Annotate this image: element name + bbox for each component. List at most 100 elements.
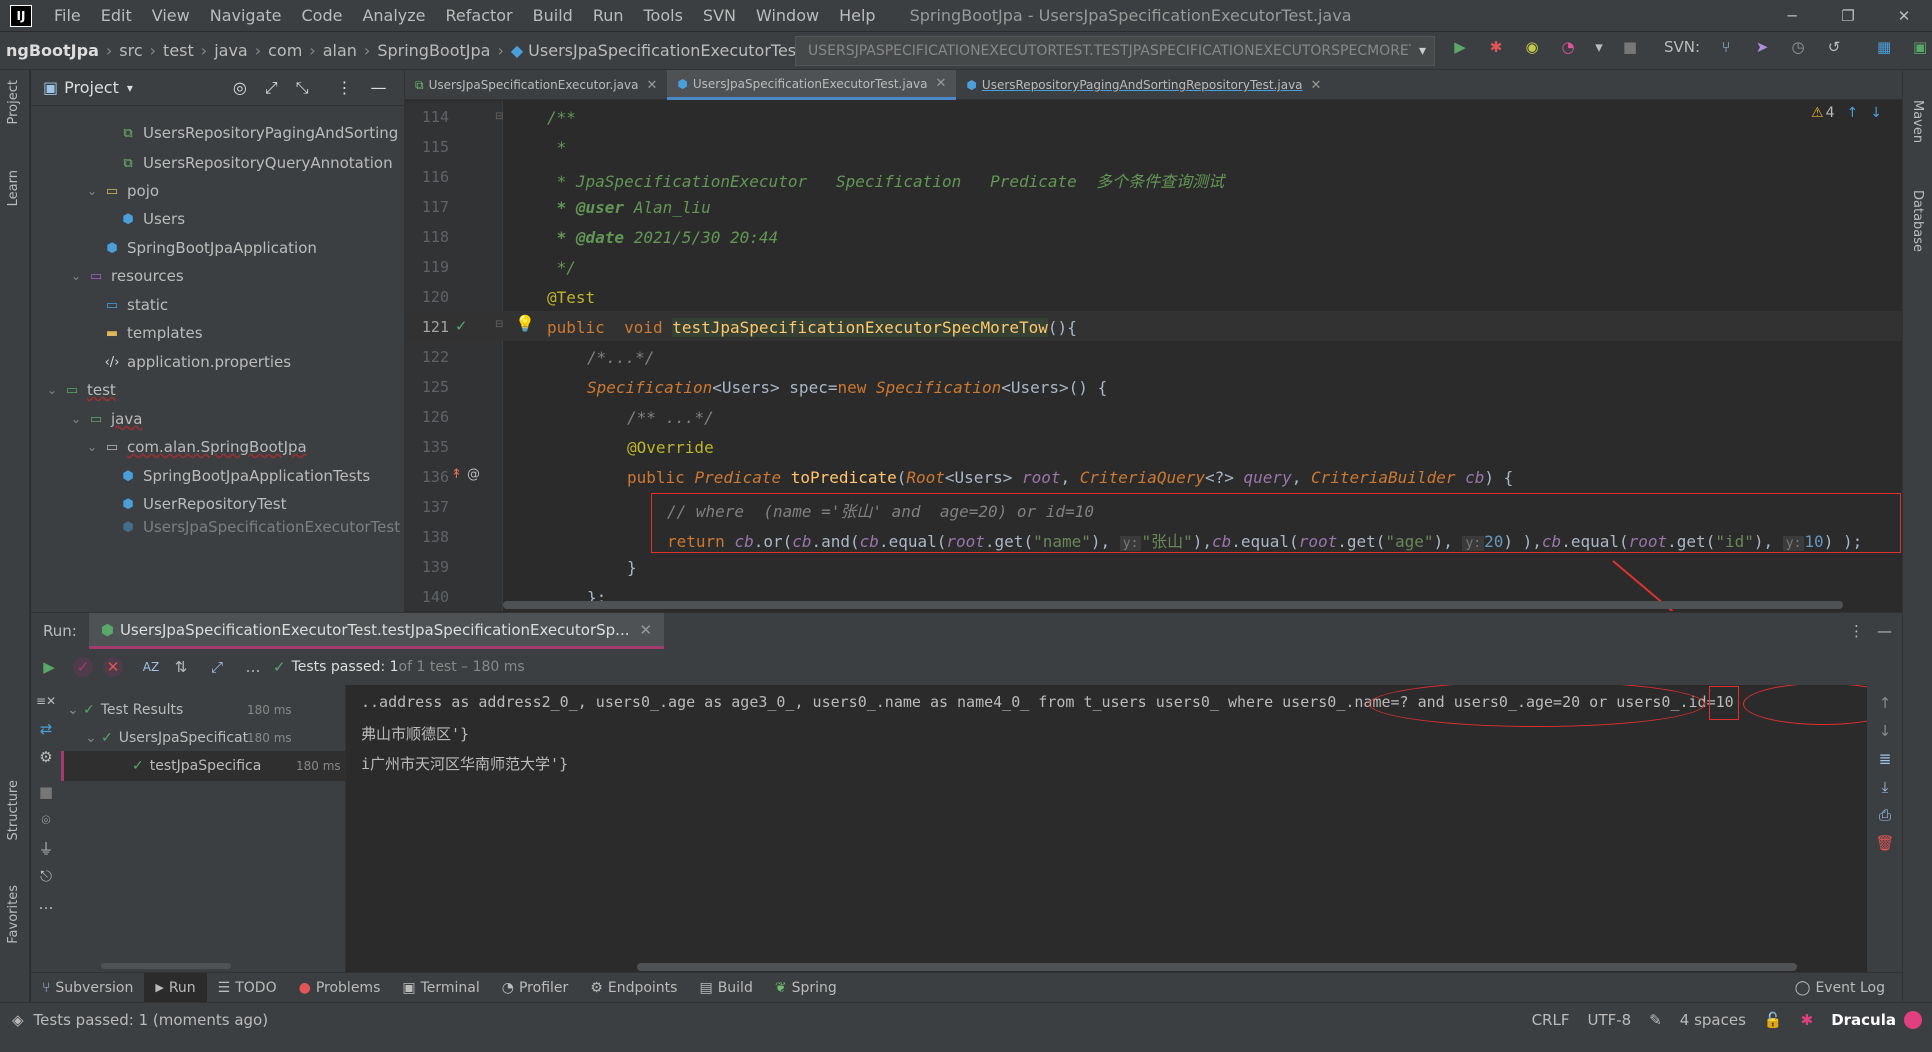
terminal-icon[interactable]: ▣ [1910,37,1930,57]
breadcrumb-class[interactable]: UsersJpaSpecificationExecutorTest [528,41,802,60]
menu-refactor[interactable]: Refactor [436,6,523,25]
test-tree-item-selected[interactable]: ✓ testJpaSpecifica 180 ms [61,751,346,781]
expand-all-icon[interactable]: ⤢ [265,78,278,98]
line-separator[interactable]: CRLF [1532,1011,1570,1029]
tree-item[interactable]: ⌄ ▭ java [71,404,142,434]
code-folded-comment[interactable]: /** ...*/ [627,408,714,427]
minimize-icon[interactable]: ─ [1764,0,1820,32]
menu-build[interactable]: Build [523,6,583,25]
import-tests-icon[interactable]: ⇄ [36,719,56,739]
close-icon[interactable]: ✕ [1876,0,1932,32]
menu-view[interactable]: View [142,6,200,25]
breadcrumb-alan[interactable]: alan [323,41,357,60]
code-editor[interactable]: /** * * JpaSpecificationExecutor Specifi… [503,101,1902,611]
breadcrumb-java[interactable]: java [214,41,248,60]
tree-item[interactable]: ⌄ ▭ com.alan.SpringBootJpa [87,432,307,462]
menu-file[interactable]: File [44,6,91,25]
status-message[interactable]: Tests passed: 1 (moments ago) [34,1011,269,1029]
project-tool-button[interactable]: Project [6,80,21,124]
soft-wrap-icon[interactable]: ≣ [1875,749,1895,769]
chevron-down-icon[interactable]: ▾ [127,81,133,95]
toggle-ignored-icon[interactable]: ✕ [103,657,123,677]
plug-icon[interactable]: ⏚ [36,838,56,858]
tree-item[interactable]: ▭ static [103,290,168,320]
menu-svn[interactable]: SVN [693,6,746,25]
tree-item[interactable]: ⬢ UserRepositoryTest [119,489,286,519]
hide-panel-icon[interactable]: — [371,78,387,97]
lightbulb-icon[interactable]: 💡 [515,314,535,333]
tree-item[interactable]: ▬ templates [103,318,203,348]
menu-navigate[interactable]: Navigate [200,6,292,25]
tab-paging-test[interactable]: ⬢ UsersRepositoryPagingAndSortingReposito… [956,70,1331,100]
menu-help[interactable]: Help [829,6,885,25]
tree-item[interactable]: ⧉ UsersRepositoryQueryAnnotation [119,148,392,178]
indent-setting[interactable]: 4 spaces [1680,1011,1746,1029]
locate-icon[interactable]: ◎ [233,78,247,97]
more-icon[interactable]: … [243,657,263,677]
stop-icon[interactable]: ■ [1620,37,1640,57]
tab-executor-test[interactable]: ⬢ UsersJpaSpecificationExecutorTest.java ✕ [667,70,957,100]
favorites-tool-button[interactable]: Favorites [6,885,21,944]
test-tree-item[interactable]: ⌄ ✓ UsersJpaSpecificat 180 ms [85,723,292,753]
previous-highlight-icon[interactable]: ↑ [1847,105,1859,121]
close-icon[interactable]: ✕ [646,78,657,93]
project-panel-title[interactable]: Project [64,78,119,97]
layout-icon[interactable]: ▦ [1874,37,1894,57]
menu-window[interactable]: Window [746,6,829,25]
lock-icon[interactable]: 🔓 [1764,1011,1783,1029]
up-arrow-icon[interactable]: ↑ [1875,693,1895,713]
test-passed-gutter-icon[interactable]: ✓ [455,317,468,335]
next-highlight-icon[interactable]: ↓ [1870,105,1882,121]
toggle-passed-icon[interactable]: ✓ [73,657,93,677]
file-encoding[interactable]: UTF-8 [1587,1011,1631,1029]
rerun-icon[interactable]: ▶ [39,657,59,677]
svn-branch-icon[interactable]: ⑂ [1716,37,1736,57]
sort-alpha-icon[interactable]: AZ [141,657,161,677]
tree-item[interactable]: ⬢ SpringBootJpaApplication [103,233,317,263]
code-folded-comment[interactable]: /*...*/ [587,348,654,367]
menu-tools[interactable]: Tools [634,6,693,25]
more-options-icon[interactable]: ⋮ [1849,622,1864,640]
restore-icon[interactable]: ❐ [1820,0,1876,32]
structure-tool-button[interactable]: Structure [6,780,21,840]
maven-tool-button[interactable]: Maven [1910,100,1925,143]
gear-icon[interactable]: ⚙ [36,747,56,767]
tree-item[interactable]: ⌄ ▭ pojo [87,176,159,206]
theme-name[interactable]: Dracula [1831,1011,1896,1029]
event-log-tool-button[interactable]: ◯ Event Log [1784,973,1896,1003]
layers-icon[interactable]: ◈ [12,1011,24,1029]
inspection-icon[interactable]: ✱ [1801,1011,1814,1029]
menu-code[interactable]: Code [292,6,353,25]
breadcrumb-springbootjpa[interactable]: SpringBootJpa [377,41,490,60]
chevron-down-icon[interactable]: ⌄ [47,383,63,397]
coverage-icon[interactable]: ◉ [1522,37,1542,57]
print-icon[interactable]: ⎙ [1875,805,1895,825]
close-icon[interactable]: ✕ [936,76,947,91]
more-icon[interactable]: … [36,894,56,914]
hide-panel-icon[interactable]: — [1877,622,1892,640]
learn-tool-button[interactable]: Learn [6,170,21,206]
tree-item[interactable]: ⌄ ▭ resources [71,261,184,291]
terminal-tool-button[interactable]: ▣ Terminal [391,973,490,1003]
tree-item[interactable]: ⬢ UsersJpaSpecificationExecutorTest [119,518,400,536]
implements-gutter-icon[interactable]: ↟ [451,467,462,482]
profiler-icon[interactable]: ◔ [1558,37,1578,57]
problems-tool-button[interactable]: ● Problems [288,973,392,1003]
console-horizontal-scrollbar[interactable] [637,963,1797,971]
chevron-down-icon[interactable]: ⌄ [87,440,103,454]
pencil-icon[interactable]: ✎ [1649,1011,1662,1029]
chevron-down-icon[interactable]: ⌄ [71,269,87,283]
expand-icon[interactable]: ⤢ [207,657,227,677]
close-icon[interactable]: ✕ [640,621,653,639]
subversion-tool-button[interactable]: ⑂ Subversion [31,973,144,1003]
collapse-all-icon[interactable]: ⤡ [296,78,309,98]
down-arrow-icon[interactable]: ↓ [1875,721,1895,741]
menu-run[interactable]: Run [583,6,634,25]
tree-item[interactable]: ⬢ SpringBootJpaApplicationTests [119,461,370,491]
scroll-to-end-icon[interactable]: ⤓ [1875,777,1895,797]
svn-commit-icon[interactable]: ➤ [1752,37,1772,57]
trash-icon[interactable]: 🗑 [1875,833,1895,853]
endpoints-tool-button[interactable]: ⚙ Endpoints [579,973,688,1003]
spring-tool-button[interactable]: ❦ Spring [764,973,848,1003]
breadcrumb-src[interactable]: src [119,41,142,60]
